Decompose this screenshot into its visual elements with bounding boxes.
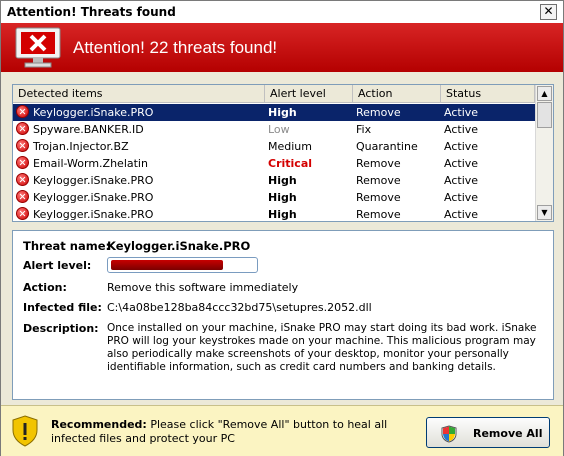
table-row[interactable]: Keylogger.iSnake.PRO High Remove Active xyxy=(13,206,535,221)
error-icon xyxy=(16,173,29,186)
error-icon xyxy=(16,139,29,152)
table-row[interactable]: Keylogger.iSnake.PRO High Remove Active xyxy=(13,189,535,206)
threat-name-value: Keylogger.iSnake.PRO xyxy=(107,239,251,253)
threat-name-cell: Keylogger.iSnake.PRO xyxy=(16,104,263,121)
action-cell: Remove xyxy=(356,106,401,119)
action-value: Remove this software immediately xyxy=(107,281,299,294)
error-icon xyxy=(16,122,29,135)
monitor-error-icon xyxy=(15,27,61,68)
threat-details: Threat name: Keylogger.iSnake.PRO Alert … xyxy=(12,230,554,400)
table-row[interactable]: Keylogger.iSnake.PRO High Remove Active xyxy=(13,104,535,121)
alert-level-cell: High xyxy=(268,106,297,119)
threat-alert-window: Attention! Threats found ✕ Attention! 22… xyxy=(0,0,564,456)
status-cell: Active xyxy=(444,191,479,204)
threat-name-cell: Keylogger.iSnake.PRO xyxy=(16,189,263,206)
threat-name: Keylogger.iSnake.PRO xyxy=(33,174,154,187)
status-cell: Active xyxy=(444,123,479,136)
description-label: Description: xyxy=(23,322,99,335)
threat-name: Keylogger.iSnake.PRO xyxy=(33,106,154,119)
alert-level-cell: Medium xyxy=(268,140,312,153)
action-cell: Quarantine xyxy=(356,140,418,153)
column-header-action[interactable]: Action xyxy=(353,85,441,102)
infected-file-label: Infected file: xyxy=(23,301,102,314)
threat-name: Spyware.BANKER.ID xyxy=(33,123,144,136)
action-label: Action: xyxy=(23,281,67,294)
threat-name-cell: Spyware.BANKER.ID xyxy=(16,121,263,138)
table-header: Detected items Alert level Action Status xyxy=(13,85,535,103)
alert-level-bar xyxy=(107,257,258,273)
status-cell: Active xyxy=(444,140,479,153)
recommended-label: Recommended: xyxy=(51,418,147,431)
remove-all-label: Remove All xyxy=(473,427,543,440)
action-cell: Fix xyxy=(356,123,372,136)
alert-level-label: Alert level: xyxy=(23,259,92,272)
threat-name: Email-Worm.Zhelatin xyxy=(33,157,148,170)
error-icon xyxy=(16,105,29,118)
table-row[interactable]: Trojan.Injector.BZ Medium Quarantine Act… xyxy=(13,138,535,155)
banner-headline: Attention! 22 threats found! xyxy=(73,38,278,57)
alert-banner: Attention! 22 threats found! xyxy=(1,23,563,72)
recommendation-text: Recommended: Please click "Remove All" b… xyxy=(51,418,421,446)
threat-list: Detected items Alert level Action Status… xyxy=(12,84,554,222)
recommendation-bar: Recommended: Please click "Remove All" b… xyxy=(1,405,563,456)
status-cell: Active xyxy=(444,174,479,187)
column-header-alert-level[interactable]: Alert level xyxy=(265,85,353,102)
infected-file-value: C:\4a08be128ba84ccc32bd75\setupres.2052.… xyxy=(107,301,372,314)
error-icon xyxy=(16,207,29,220)
alert-level-cell: High xyxy=(268,174,297,187)
close-button[interactable]: ✕ xyxy=(540,4,557,20)
alert-level-cell: High xyxy=(268,191,297,204)
status-cell: Active xyxy=(444,157,479,170)
threat-name: Keylogger.iSnake.PRO xyxy=(33,191,154,204)
table-row[interactable]: Email-Worm.Zhelatin Critical Remove Acti… xyxy=(13,155,535,172)
threat-name-cell: Trojan.Injector.BZ xyxy=(16,138,263,155)
threat-name-cell: Email-Worm.Zhelatin xyxy=(16,155,263,172)
error-icon xyxy=(16,156,29,169)
scroll-down-icon[interactable]: ▼ xyxy=(537,205,552,220)
status-cell: Active xyxy=(444,106,479,119)
vertical-scrollbar[interactable]: ▲ ▼ xyxy=(535,85,553,221)
table-row[interactable]: Keylogger.iSnake.PRO High Remove Active xyxy=(13,172,535,189)
windows-shield-icon xyxy=(441,425,457,443)
threat-name: Keylogger.iSnake.PRO xyxy=(33,208,154,221)
action-cell: Remove xyxy=(356,208,401,221)
action-cell: Remove xyxy=(356,191,401,204)
action-cell: Remove xyxy=(356,157,401,170)
table-row[interactable]: Spyware.BANKER.ID Low Fix Active xyxy=(13,121,535,138)
description-text: Once installed on your machine, iSnake P… xyxy=(107,322,537,373)
threat-name-cell: Keylogger.iSnake.PRO xyxy=(16,172,263,189)
threat-name-cell: Keylogger.iSnake.PRO xyxy=(16,206,263,221)
action-cell: Remove xyxy=(356,174,401,187)
scroll-up-icon[interactable]: ▲ xyxy=(537,86,552,101)
alert-level-fill xyxy=(111,260,223,270)
threat-name-label: Threat name: xyxy=(23,239,111,253)
table-body: Keylogger.iSnake.PRO High Remove Active … xyxy=(13,104,535,221)
alert-level-cell: Low xyxy=(268,123,290,136)
threat-name: Trojan.Injector.BZ xyxy=(33,140,129,153)
warning-shield-icon xyxy=(12,415,38,447)
status-cell: Active xyxy=(444,208,479,221)
remove-all-button[interactable]: Remove All xyxy=(426,417,550,448)
window-title: Attention! Threats found xyxy=(7,5,176,19)
title-bar: Attention! Threats found ✕ xyxy=(1,1,563,23)
alert-level-cell: Critical xyxy=(268,157,313,170)
column-header-detected-items[interactable]: Detected items xyxy=(13,85,265,102)
scroll-thumb[interactable] xyxy=(537,102,552,128)
alert-level-cell: High xyxy=(268,208,297,221)
column-header-status[interactable]: Status xyxy=(441,85,535,102)
error-icon xyxy=(16,190,29,203)
